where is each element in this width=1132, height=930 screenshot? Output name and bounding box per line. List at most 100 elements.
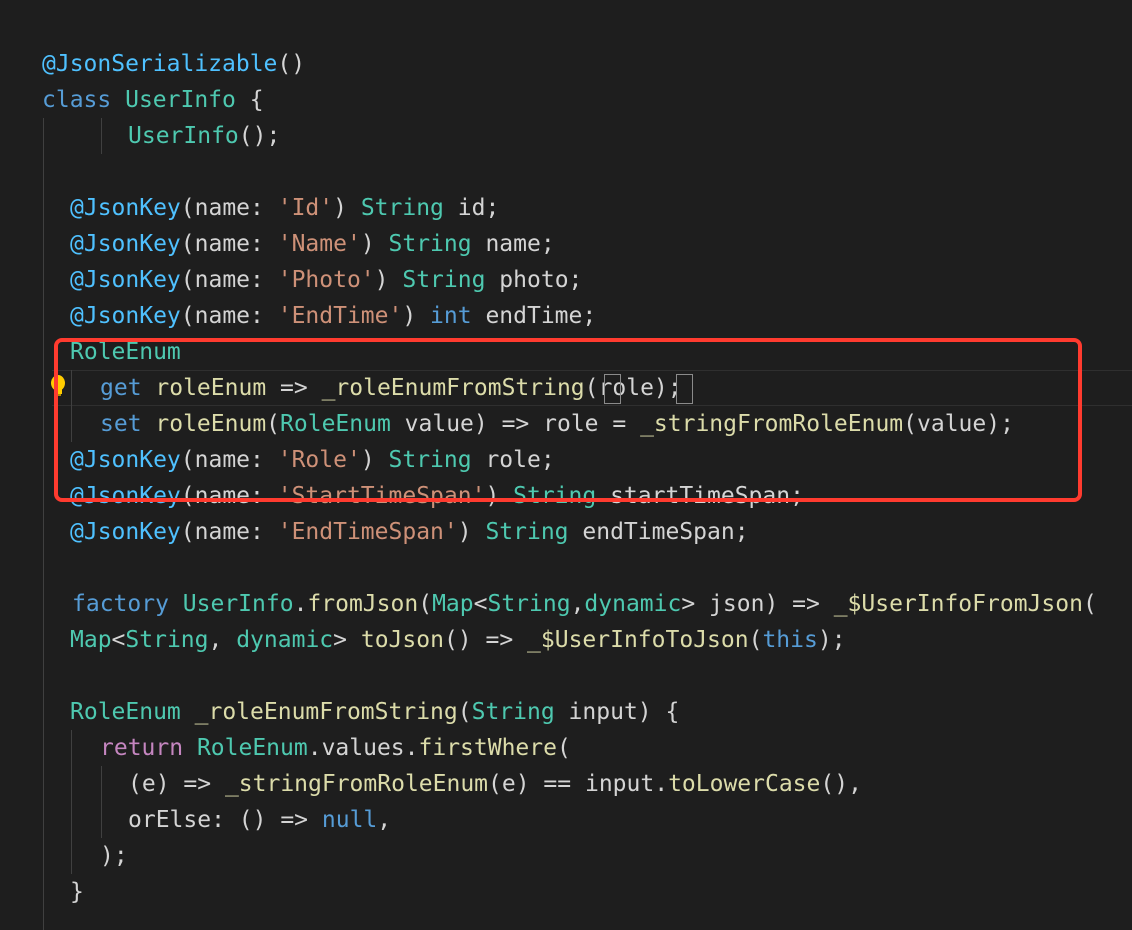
code-token: , xyxy=(208,627,237,653)
indent-guide xyxy=(101,766,102,838)
code-token: input) { xyxy=(554,699,680,725)
code-token: ) xyxy=(333,195,361,221)
code-token: RoleEnum xyxy=(280,411,391,437)
code-token: ( xyxy=(457,699,472,725)
code-token: this xyxy=(762,627,818,653)
code-token: String xyxy=(487,591,571,617)
code-token: (name: xyxy=(180,195,278,221)
code-token: photo; xyxy=(485,267,583,293)
code-token: _roleEnumFromString xyxy=(194,699,458,725)
code-token: (name: xyxy=(180,231,278,257)
code-token: ( xyxy=(418,591,433,617)
bracket-match-close xyxy=(676,374,693,404)
line-factory-fromjson: factory UserInfo.fromJson(Map<String,dyn… xyxy=(72,586,1097,622)
code-token: 'Photo' xyxy=(277,267,375,293)
code-token: (); xyxy=(238,123,281,149)
code-token: . xyxy=(293,591,308,617)
line-field-role: @JsonKey(name: 'Role') String role; xyxy=(70,442,555,478)
code-token: @JsonKey xyxy=(70,195,181,221)
code-token: String xyxy=(125,627,209,653)
line-field-photo: @JsonKey(name: 'Photo') String photo; xyxy=(70,262,582,298)
line-lambda: (e) => _stringFromRoleEnum(e) == input.t… xyxy=(128,766,862,802)
line-field-endtimespan: @JsonKey(name: 'EndTimeSpan') String end… xyxy=(70,514,749,550)
code-token: _roleEnumFromString xyxy=(321,375,585,401)
code-token: > json) => xyxy=(681,591,834,617)
code-token: _stringFromRoleEnum xyxy=(224,771,489,797)
line-annotation-serializable: @JsonSerializable() xyxy=(42,46,305,82)
code-token: String xyxy=(471,699,555,725)
line-method-rolefromstring: RoleEnum _roleEnumFromString(String inpu… xyxy=(70,694,679,730)
line-roleenum-type: RoleEnum xyxy=(70,334,181,370)
code-token: ) xyxy=(360,447,389,473)
code-token: get xyxy=(100,375,156,401)
code-token: _stringFromRoleEnum xyxy=(640,411,904,437)
bracket-match-open xyxy=(604,374,621,404)
code-token: , xyxy=(377,807,392,833)
code-token: < xyxy=(473,591,488,617)
code-editor[interactable]: @JsonSerializable() class UserInfo {UserI… xyxy=(0,0,1132,930)
code-token: @JsonKey xyxy=(70,267,181,293)
code-token: Map xyxy=(432,591,474,617)
code-token: @JsonKey xyxy=(70,231,181,257)
code-token: null xyxy=(321,807,378,833)
code-token: @JsonKey xyxy=(70,303,181,329)
code-token: (value); xyxy=(903,411,1014,437)
code-token: roleEnum xyxy=(155,375,267,401)
code-token: value) => role = xyxy=(390,411,641,437)
code-token: set xyxy=(100,411,156,437)
code-token: ( xyxy=(266,411,281,437)
line-close-method: } xyxy=(70,874,84,910)
code-token: firstWhere xyxy=(418,735,557,761)
code-token: (name: xyxy=(180,483,278,509)
line-class-decl: class UserInfo { xyxy=(42,82,264,118)
indent-guide xyxy=(71,730,72,874)
code-token: String xyxy=(360,195,444,221)
code-token: startTimeSpan; xyxy=(596,483,804,509)
line-field-starttimespan: @JsonKey(name: 'StartTimeSpan') String s… xyxy=(70,478,804,514)
code-token: < xyxy=(111,627,126,653)
code-token: int xyxy=(430,303,472,329)
code-token: ) xyxy=(653,375,668,401)
code-token: (name: xyxy=(180,447,278,473)
code-token: factory xyxy=(72,591,183,617)
code-token: RoleEnum xyxy=(70,339,181,365)
code-token: toLowerCase xyxy=(668,771,821,797)
code-token: return xyxy=(100,735,197,761)
code-token: UserInfo xyxy=(125,87,236,113)
code-token: class xyxy=(42,87,126,113)
line-roleenum-setter: set roleEnum(RoleEnum value) => role = _… xyxy=(100,406,1014,442)
code-token: _$UserInfoToJson xyxy=(527,627,749,653)
code-token: (name: xyxy=(180,267,278,293)
code-token: endTimeSpan; xyxy=(568,519,749,545)
code-token: ( xyxy=(556,735,571,761)
line-constructor: UserInfo(); xyxy=(128,118,280,154)
code-token: endTime; xyxy=(471,303,597,329)
code-token: ( xyxy=(748,627,763,653)
lightbulb-icon[interactable] xyxy=(50,374,66,398)
code-token: @JsonSerializable xyxy=(42,51,278,77)
code-token: ( xyxy=(584,375,599,401)
line-field-name: @JsonKey(name: 'Name') String name; xyxy=(70,226,555,262)
code-token: (name: xyxy=(180,303,278,329)
code-token: id; xyxy=(443,195,500,221)
code-token: () xyxy=(277,51,306,77)
code-token: UserInfo xyxy=(128,123,239,149)
code-token: ) xyxy=(485,483,514,509)
code-token: ); xyxy=(817,627,846,653)
code-token: 'EndTime' xyxy=(277,303,403,329)
code-token: UserInfo xyxy=(182,591,294,617)
code-token: roleEnum xyxy=(155,411,267,437)
code-token: ) xyxy=(360,231,389,257)
code-token: => xyxy=(266,375,322,401)
code-token: ( xyxy=(1082,591,1097,617)
indent-guide xyxy=(43,118,44,930)
code-token: @JsonKey xyxy=(70,483,181,509)
code-token: name; xyxy=(471,231,555,257)
line-tojson: Map<String, dynamic> toJson() => _$UserI… xyxy=(70,622,846,658)
code-token: (e) == input. xyxy=(488,771,669,797)
code-token: (name: xyxy=(180,519,278,545)
code-token: RoleEnum xyxy=(70,699,181,725)
code-token: ) xyxy=(402,303,431,329)
line-roleenum-getter: get roleEnum => _roleEnumFromString(role… xyxy=(100,370,682,406)
